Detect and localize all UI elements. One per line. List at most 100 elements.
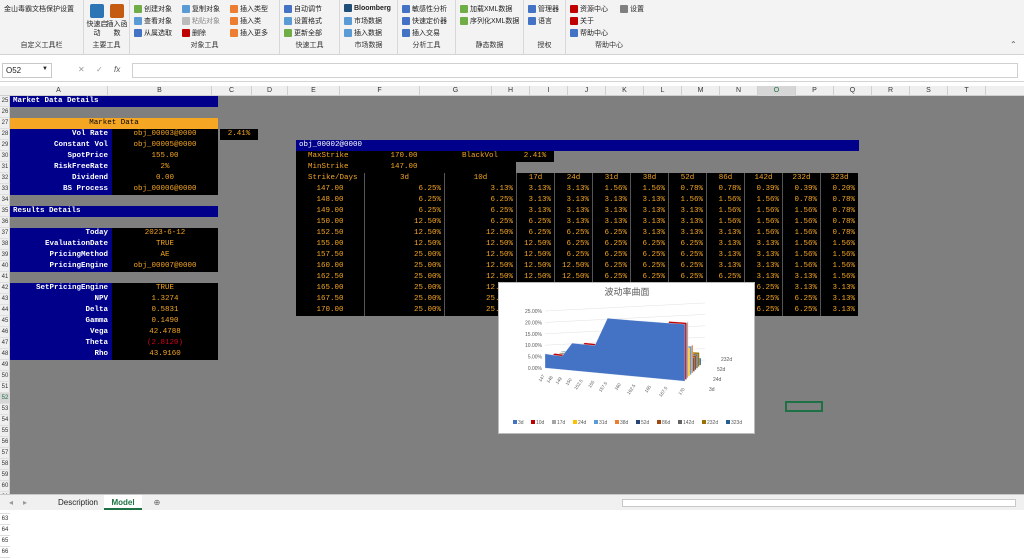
column-header-t[interactable]: T — [948, 86, 986, 96]
next-sheet-icon[interactable]: ▸ — [20, 495, 30, 510]
column-header-l[interactable]: L — [644, 86, 682, 96]
row-header-26[interactable]: 26 — [0, 107, 10, 118]
insert-trade-button[interactable]: 插入交易 — [402, 28, 440, 38]
row-header-25[interactable]: 25 — [0, 96, 10, 107]
worksheet-grid[interactable]: Market Data Details Market Data Vol Rate… — [10, 96, 1024, 494]
serialize-xml-button[interactable]: 序列化XML数据 — [460, 16, 519, 26]
column-header-d[interactable]: D — [252, 86, 288, 96]
column-header-c[interactable]: C — [212, 86, 252, 96]
column-header-o[interactable]: O — [758, 86, 796, 96]
tab-description[interactable]: Description — [52, 495, 104, 510]
copy-object-button[interactable]: 复制对象 — [182, 4, 220, 14]
insert-data-button[interactable]: 插入数据 — [344, 28, 382, 38]
row-header-56[interactable]: 56 — [0, 437, 10, 448]
format-settings-button[interactable]: 设置格式 — [284, 16, 322, 26]
sensitivity-button[interactable]: 敏感性分析 — [402, 4, 447, 14]
row-header-40[interactable]: 40 — [0, 261, 10, 272]
settings-button[interactable]: 设置 — [620, 4, 644, 14]
row-header-64[interactable]: 64 — [0, 525, 10, 536]
column-header-g[interactable]: G — [420, 86, 492, 96]
row-header-27[interactable]: 27 — [0, 118, 10, 129]
row-header-55[interactable]: 55 — [0, 426, 10, 437]
tab-model[interactable]: Model — [104, 495, 142, 510]
language-button[interactable]: 语言 — [528, 16, 552, 26]
column-header-f[interactable]: F — [340, 86, 420, 96]
create-object-button[interactable]: 创建对象 — [134, 4, 172, 14]
market-data-button[interactable]: 市场数据 — [344, 16, 382, 26]
bloomberg-button[interactable]: Bloomberg — [344, 4, 391, 12]
row-header-42[interactable]: 42 — [0, 283, 10, 294]
row-header-59[interactable]: 59 — [0, 470, 10, 481]
prev-sheet-icon[interactable]: ◂ — [6, 495, 16, 510]
load-xml-button[interactable]: 加载XML数据 — [460, 4, 512, 14]
paste-object-button[interactable]: 粘贴对象 — [182, 16, 220, 26]
collapse-ribbon-icon[interactable]: ⌃ — [1010, 40, 1017, 49]
horizontal-scrollbar[interactable] — [622, 499, 1016, 507]
resource-center-button[interactable]: 资源中心 — [570, 4, 608, 14]
row-header-31[interactable]: 31 — [0, 162, 10, 173]
row-header-35[interactable]: 35 — [0, 206, 10, 217]
row-header-49[interactable]: 49 — [0, 360, 10, 371]
row-header-54[interactable]: 54 — [0, 415, 10, 426]
row-header-45[interactable]: 45 — [0, 316, 10, 327]
row-header-58[interactable]: 58 — [0, 459, 10, 470]
column-header-j[interactable]: J — [568, 86, 606, 96]
row-header-66[interactable]: 66 — [0, 547, 10, 558]
row-header-36[interactable]: 36 — [0, 217, 10, 228]
row-header-39[interactable]: 39 — [0, 250, 10, 261]
selected-cell-o52[interactable] — [785, 401, 823, 412]
row-header-57[interactable]: 57 — [0, 448, 10, 459]
insert-class-button[interactable]: 插入类 — [230, 16, 261, 26]
row-header-41[interactable]: 41 — [0, 272, 10, 283]
quick-pricing-button[interactable]: 快速定价器 — [402, 16, 447, 26]
column-header-q[interactable]: Q — [834, 86, 872, 96]
manager-button[interactable]: 管理器 — [528, 4, 559, 14]
column-header-n[interactable]: N — [720, 86, 758, 96]
refresh-all-button[interactable]: 更新全部 — [284, 28, 322, 38]
column-header-i[interactable]: I — [530, 86, 568, 96]
row-header-37[interactable]: 37 — [0, 228, 10, 239]
row-header-46[interactable]: 46 — [0, 327, 10, 338]
insert-function-button[interactable]: 插入函数 — [106, 4, 128, 38]
column-header-e[interactable]: E — [288, 86, 340, 96]
column-header-p[interactable]: P — [796, 86, 834, 96]
vol-surface-chart[interactable]: 波动率曲面 0.00% 5.00% 10.00% 15.00% 20.00% 25.00% 1… — [498, 282, 755, 434]
column-header-b[interactable]: B — [108, 86, 212, 96]
delete-button[interactable]: 删除 — [182, 28, 206, 38]
confirm-icon[interactable]: ✓ — [96, 65, 103, 74]
function-fx-icon[interactable]: fx — [114, 65, 120, 74]
row-header-51[interactable]: 51 — [0, 382, 10, 393]
row-header-52[interactable]: 52 — [0, 393, 10, 404]
row-header-34[interactable]: 34 — [0, 195, 10, 206]
about-button[interactable]: 关于 — [570, 16, 594, 26]
row-header-44[interactable]: 44 — [0, 305, 10, 316]
insert-more-button[interactable]: 插入更多 — [230, 28, 268, 38]
add-sheet-icon[interactable]: ⊕ — [150, 495, 164, 510]
column-header-m[interactable]: M — [682, 86, 720, 96]
row-header-32[interactable]: 32 — [0, 173, 10, 184]
cancel-icon[interactable]: ✕ — [78, 65, 85, 74]
row-header-38[interactable]: 38 — [0, 239, 10, 250]
from-template-button[interactable]: 从属选取 — [134, 28, 172, 38]
column-header-a[interactable]: A — [10, 86, 108, 96]
row-header-28[interactable]: 28 — [0, 129, 10, 140]
row-header-65[interactable]: 65 — [0, 536, 10, 547]
formula-input[interactable] — [132, 63, 1018, 78]
column-header-s[interactable]: S — [910, 86, 948, 96]
row-header-53[interactable]: 53 — [0, 404, 10, 415]
help-center-button[interactable]: 帮助中心 — [570, 28, 608, 38]
row-header-33[interactable]: 33 — [0, 184, 10, 195]
row-header-50[interactable]: 50 — [0, 371, 10, 382]
row-header-47[interactable]: 47 — [0, 338, 10, 349]
row-header-29[interactable]: 29 — [0, 140, 10, 151]
quick-start-button[interactable]: 快速启动 — [86, 4, 108, 38]
column-header-k[interactable]: K — [606, 86, 644, 96]
view-object-button[interactable]: 查看对象 — [134, 16, 172, 26]
chevron-down-icon[interactable]: ▼ — [42, 66, 48, 72]
insert-type-button[interactable]: 插入类型 — [230, 4, 268, 14]
row-header-43[interactable]: 43 — [0, 294, 10, 305]
row-header-60[interactable]: 60 — [0, 481, 10, 492]
auto-adjust-button[interactable]: 自动调节 — [284, 4, 322, 14]
column-header-r[interactable]: R — [872, 86, 910, 96]
row-header-48[interactable]: 48 — [0, 349, 10, 360]
